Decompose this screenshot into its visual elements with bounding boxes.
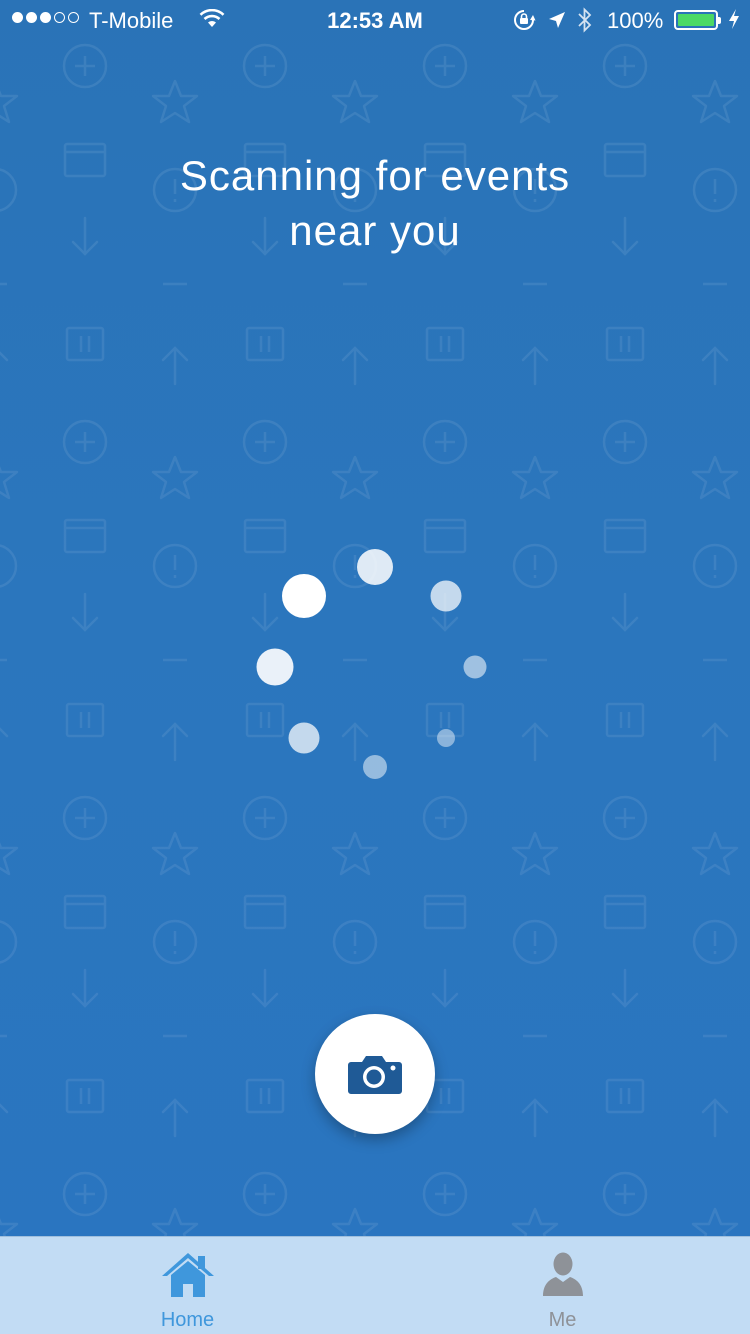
tab-home-label: Home <box>160 1309 215 1331</box>
tab-home[interactable]: Home <box>0 1237 375 1334</box>
rotation-lock-icon <box>514 10 536 30</box>
camera-button[interactable] <box>315 1014 435 1134</box>
location-arrow-icon <box>549 12 565 28</box>
headline-line-2: near you <box>289 207 461 254</box>
charging-bolt-icon <box>729 9 739 29</box>
tab-bar: Home Me <box>0 1236 750 1334</box>
headline-line-1: Scanning for events <box>179 152 571 199</box>
tab-me[interactable]: Me <box>375 1237 750 1334</box>
home-icon <box>161 1253 214 1297</box>
tab-me-label: Me <box>548 1309 577 1331</box>
status-bar: T-Mobile 12:53 AM 100% <box>0 0 750 40</box>
battery-percentage: 100% <box>607 8 664 33</box>
battery-icon <box>674 10 721 30</box>
camera-icon <box>348 1056 402 1094</box>
person-icon <box>542 1252 583 1296</box>
app-screen: T-Mobile 12:53 AM 100% Scanning for even… <box>0 0 750 1334</box>
battery-level-fill <box>678 14 714 26</box>
scanning-headline: Scanning for events near you <box>100 148 650 258</box>
bluetooth-icon <box>578 7 592 33</box>
